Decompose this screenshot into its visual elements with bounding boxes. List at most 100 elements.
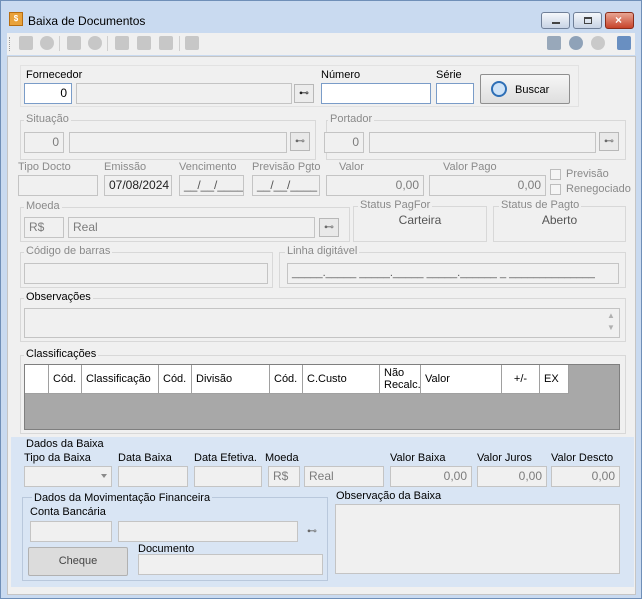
magnifier-icon: [491, 81, 507, 97]
tipo-docto-label: Tipo Docto: [18, 161, 71, 173]
undo-icon[interactable]: [88, 36, 102, 50]
portador-label: Portador: [328, 113, 375, 125]
binoculars-icon: ⊷: [324, 222, 334, 233]
buscar-button[interactable]: Buscar: [480, 74, 570, 104]
edit-icon[interactable]: [19, 36, 33, 50]
mov-financeira-label: Dados da Movimentação Financeira: [32, 492, 213, 504]
zoom-icon[interactable]: [137, 36, 151, 50]
status-pagfor-label: Status PagFor: [358, 199, 433, 211]
linha-digitavel-field: _____._____ _____._____ _____.______ _ _…: [287, 263, 619, 284]
document-app-icon: $: [9, 12, 23, 26]
renegociado-checkbox-label: Renegociado: [566, 183, 631, 195]
fornecedor-name-field: [76, 83, 292, 104]
pin-icon[interactable]: [185, 36, 199, 50]
observacao-baixa-label: Observação da Baixa: [336, 490, 442, 502]
numero-input[interactable]: [321, 83, 431, 104]
settings-icon[interactable]: [569, 36, 583, 50]
toolbar-grip: [9, 37, 11, 51]
cancel-icon[interactable]: [40, 36, 54, 50]
tipo-baixa-combo[interactable]: [24, 466, 112, 487]
observacoes-scrollbar[interactable]: ▲ ▼: [607, 310, 615, 334]
numero-label: Número: [321, 69, 361, 81]
grid-header-nao-recalc[interactable]: Não Recalc.: [380, 365, 421, 394]
card-icon[interactable]: [547, 36, 561, 50]
fornecedor-lookup-button[interactable]: ⊷: [294, 84, 314, 103]
tipo-baixa-label: Tipo da Baixa: [24, 452, 91, 464]
save-icon[interactable]: [67, 36, 81, 50]
grid-header-cod3[interactable]: Cód.: [270, 365, 303, 394]
fornecedor-label: Fornecedor: [26, 69, 83, 81]
situacao-label: Situação: [24, 113, 71, 125]
vencimento-label: Vencimento: [179, 161, 237, 173]
binoculars-icon: ⊷: [295, 136, 305, 147]
user-icon[interactable]: [591, 36, 605, 50]
close-icon: ×: [615, 13, 623, 27]
minimize-button[interactable]: [541, 12, 570, 29]
previsao-checkbox[interactable]: [550, 169, 561, 180]
maximize-button[interactable]: [573, 12, 602, 29]
classificacoes-grid[interactable]: Cód. Classificação Cód. Divisão Cód. C.C…: [24, 364, 620, 430]
codigo-barras-field: [24, 263, 268, 284]
toolbar: [7, 33, 635, 55]
moeda-lookup-button[interactable]: ⊷: [319, 218, 339, 237]
valor-pago-label: Valor Pago: [443, 161, 497, 173]
portador-lookup-button[interactable]: ⊷: [599, 132, 619, 151]
data-efetiva-label: Data Efetiva.: [194, 452, 257, 464]
previsao-checkbox-label: Previsão: [566, 168, 609, 180]
conta-bancaria-label: Conta Bancária: [30, 506, 106, 518]
grid-header-ccusto[interactable]: C.Custo: [303, 365, 380, 394]
grid-header-valor[interactable]: Valor: [421, 365, 502, 394]
valor-label: Valor: [339, 161, 364, 173]
observacao-baixa-field: [335, 504, 620, 574]
valor-pago-field: 0,00: [429, 175, 546, 196]
situacao-code-field: 0: [24, 132, 64, 153]
observacoes-label: Observações: [24, 291, 93, 303]
grid-header-classificacao[interactable]: Classificação: [82, 365, 159, 394]
situacao-lookup-button[interactable]: ⊷: [290, 132, 310, 151]
cheque-button[interactable]: Cheque: [28, 547, 128, 576]
toolbar-separator: [59, 36, 60, 51]
close-button[interactable]: ×: [605, 12, 634, 29]
previsao-pgto-field: __/__/____: [252, 175, 320, 196]
grid-header-plus-minus[interactable]: +/-: [502, 365, 540, 394]
fornecedor-code-input[interactable]: 0: [24, 83, 72, 104]
dados-baixa-label: Dados da Baixa: [26, 438, 104, 450]
portador-code-field: 0: [324, 132, 364, 153]
emissao-field: 07/08/2024: [104, 175, 172, 196]
binoculars-icon: ⊷: [307, 526, 317, 537]
title-bar: $ Baixa de Documentos ×: [1, 1, 641, 31]
conta-bancaria-code-field: [30, 521, 112, 542]
grid-header-divisao[interactable]: Divisão: [192, 365, 270, 394]
tools-icon[interactable]: [159, 36, 173, 50]
toolbar-separator: [179, 36, 180, 51]
conta-bancaria-name-field: [118, 521, 298, 542]
grid-header-cod1[interactable]: Cód.: [49, 365, 82, 394]
moeda-label: Moeda: [24, 200, 62, 212]
codigo-barras-label: Código de barras: [24, 245, 113, 257]
valor-juros-field: 0,00: [477, 466, 547, 487]
moeda-name-field: Real: [68, 217, 315, 238]
linha-digitavel-label: Linha digitável: [285, 245, 360, 257]
status-pagto-label: Status de Pagto: [499, 199, 582, 211]
data-efetiva-field: [194, 466, 262, 487]
vencimento-field: __/__/____: [179, 175, 244, 196]
documento-field: [138, 554, 323, 575]
grid-header-cod2[interactable]: Cód.: [159, 365, 192, 394]
binoculars-icon: ⊷: [604, 136, 614, 147]
panel-icon[interactable]: [617, 36, 631, 50]
situacao-name-field: [69, 132, 287, 153]
classificacoes-label: Classificações: [24, 348, 99, 360]
main-window: $ Baixa de Documentos × Fornecedor 0 ⊷ N…: [0, 0, 642, 599]
search-icon[interactable]: [115, 36, 129, 50]
conta-lookup-button[interactable]: ⊷: [302, 522, 322, 541]
tipo-docto-field: [18, 175, 98, 196]
grid-header-ex[interactable]: EX: [540, 365, 569, 394]
previsao-pgto-label: Previsão Pgto: [252, 161, 321, 173]
renegociado-checkbox[interactable]: [550, 184, 561, 195]
moeda-baixa-label: Moeda: [265, 452, 299, 464]
moeda-baixa-symbol-field: R$: [268, 466, 300, 487]
serie-input[interactable]: [436, 83, 474, 104]
binoculars-icon: ⊷: [299, 88, 309, 99]
scroll-down-icon: ▼: [607, 323, 615, 332]
valor-descto-field: 0,00: [551, 466, 620, 487]
